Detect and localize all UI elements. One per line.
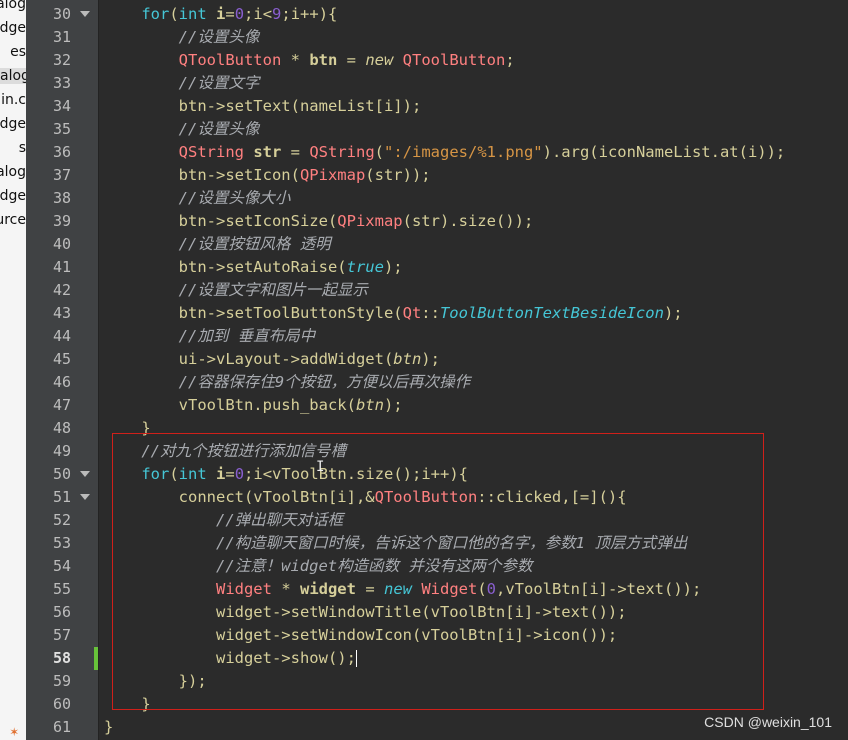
project-tree-item[interactable]: urce bbox=[0, 212, 26, 228]
line-number: 55 bbox=[52, 580, 71, 598]
code-line[interactable]: //设置文字和图片一起显示 bbox=[104, 279, 368, 302]
code-line[interactable]: //设置按钮风格 透明 bbox=[104, 233, 331, 256]
code-line[interactable]: //设置文字 bbox=[104, 72, 260, 95]
line-number: 30 bbox=[52, 5, 71, 23]
code-line[interactable]: ui->vLayout->addWidget(btn); bbox=[104, 348, 440, 371]
line-number: 39 bbox=[52, 212, 71, 230]
line-number: 36 bbox=[52, 143, 71, 161]
code-editor[interactable]: for(int i=0;i<9;i++){ //设置头像 QToolButton… bbox=[99, 0, 848, 740]
line-number: 56 bbox=[52, 603, 71, 621]
line-number: 42 bbox=[52, 281, 71, 299]
code-line[interactable]: }); bbox=[104, 670, 207, 693]
code-line[interactable]: widget->show(); bbox=[104, 647, 357, 670]
line-number: 33 bbox=[52, 74, 71, 92]
code-line[interactable]: btn->setIconSize(QPixmap(str).size()); bbox=[104, 210, 534, 233]
modified-line-marker bbox=[94, 647, 98, 670]
line-number: 52 bbox=[52, 511, 71, 529]
code-line[interactable]: vToolBtn.push_back(btn); bbox=[104, 394, 403, 417]
line-number: 34 bbox=[52, 97, 71, 115]
project-tree-item[interactable]: alog bbox=[0, 0, 26, 12]
line-number: 50 bbox=[52, 465, 71, 483]
code-line[interactable]: widget->setWindowTitle(vToolBtn[i]->text… bbox=[104, 601, 627, 624]
code-line[interactable]: //对九个按钮进行添加信号槽 bbox=[104, 440, 346, 463]
line-number: 59 bbox=[52, 672, 71, 690]
line-number: 43 bbox=[52, 304, 71, 322]
project-tree-item[interactable]: s bbox=[19, 140, 26, 156]
fold-toggle-icon[interactable] bbox=[80, 11, 90, 17]
line-number: 46 bbox=[52, 373, 71, 391]
corner-icon: ✶ bbox=[10, 724, 19, 740]
code-line[interactable]: //设置头像 bbox=[104, 26, 260, 49]
code-line[interactable]: for(int i=0;i<vToolBtn.size();i++){ bbox=[104, 463, 468, 486]
line-number: 45 bbox=[52, 350, 71, 368]
watermark: CSDN @weixin_101 bbox=[704, 714, 832, 730]
code-line[interactable]: //构造聊天窗口时候，告诉这个窗口他的名字，参数1 顶层方式弹出 bbox=[104, 532, 687, 555]
mouse-ibeam-cursor: I bbox=[316, 459, 325, 475]
line-number: 35 bbox=[52, 120, 71, 138]
code-line[interactable]: //设置头像 bbox=[104, 118, 260, 141]
line-number: 53 bbox=[52, 534, 71, 552]
code-line[interactable]: } bbox=[104, 716, 113, 739]
code-line[interactable]: } bbox=[104, 417, 150, 440]
project-tree-item[interactable]: dge bbox=[0, 116, 26, 132]
line-number: 49 bbox=[52, 442, 71, 460]
code-line[interactable]: } bbox=[104, 693, 150, 716]
line-number: 54 bbox=[52, 557, 71, 575]
code-line[interactable]: btn->setIcon(QPixmap(str)); bbox=[104, 164, 431, 187]
fold-toggle-icon[interactable] bbox=[80, 494, 90, 500]
project-tree-item[interactable]: dge bbox=[0, 20, 26, 36]
line-number: 31 bbox=[52, 28, 71, 46]
line-number: 37 bbox=[52, 166, 71, 184]
code-line[interactable]: Widget * widget = new Widget(0,vToolBtn[… bbox=[104, 578, 701, 601]
code-line[interactable]: //弹出聊天对话框 bbox=[104, 509, 343, 532]
line-number: 32 bbox=[52, 51, 71, 69]
code-line[interactable]: connect(vToolBtn[i],&QToolButton::clicke… bbox=[104, 486, 627, 509]
code-line[interactable]: btn->setAutoRaise(true); bbox=[104, 256, 403, 279]
code-line[interactable]: btn->setText(nameList[i]); bbox=[104, 95, 422, 118]
code-line[interactable]: //注意！widget构造函数 并没有这两个参数 bbox=[104, 555, 533, 578]
line-number: 38 bbox=[52, 189, 71, 207]
project-tree-item[interactable]: es bbox=[10, 44, 26, 60]
project-tree-item[interactable]: dge bbox=[0, 188, 26, 204]
line-number: 41 bbox=[52, 258, 71, 276]
code-line[interactable]: btn->setToolButtonStyle(Qt::ToolButtonTe… bbox=[104, 302, 683, 325]
code-line[interactable]: QString str = QString(":/images/%1.png")… bbox=[104, 141, 786, 164]
line-number: 51 bbox=[52, 488, 71, 506]
line-number: 61 bbox=[52, 718, 71, 736]
line-number: 60 bbox=[52, 695, 71, 713]
project-tree-item[interactable]: ain.c bbox=[0, 92, 26, 108]
line-number: 48 bbox=[52, 419, 71, 437]
line-number: 44 bbox=[52, 327, 71, 345]
project-tree-item[interactable]: alog bbox=[0, 68, 26, 84]
project-tree-panel[interactable]: alog dge es alog ain.c dge s alog dge urce bbox=[0, 0, 26, 740]
code-line[interactable]: QToolButton * btn = new QToolButton; bbox=[104, 49, 515, 72]
code-line[interactable]: //设置头像大小 bbox=[104, 187, 291, 210]
code-line[interactable]: widget->setWindowIcon(vToolBtn[i]->icon(… bbox=[104, 624, 617, 647]
line-number: 57 bbox=[52, 626, 71, 644]
fold-toggle-icon[interactable] bbox=[80, 471, 90, 477]
code-line[interactable]: //容器保存住9个按钮，方便以后再次操作 bbox=[104, 371, 471, 394]
code-line[interactable]: for(int i=0;i<9;i++){ bbox=[104, 3, 337, 26]
line-number: 58 bbox=[52, 649, 71, 667]
line-number: 47 bbox=[52, 396, 71, 414]
line-number: 40 bbox=[52, 235, 71, 253]
project-tree-item[interactable]: alog bbox=[0, 164, 26, 180]
code-line[interactable]: //加到 垂直布局中 bbox=[104, 325, 316, 348]
